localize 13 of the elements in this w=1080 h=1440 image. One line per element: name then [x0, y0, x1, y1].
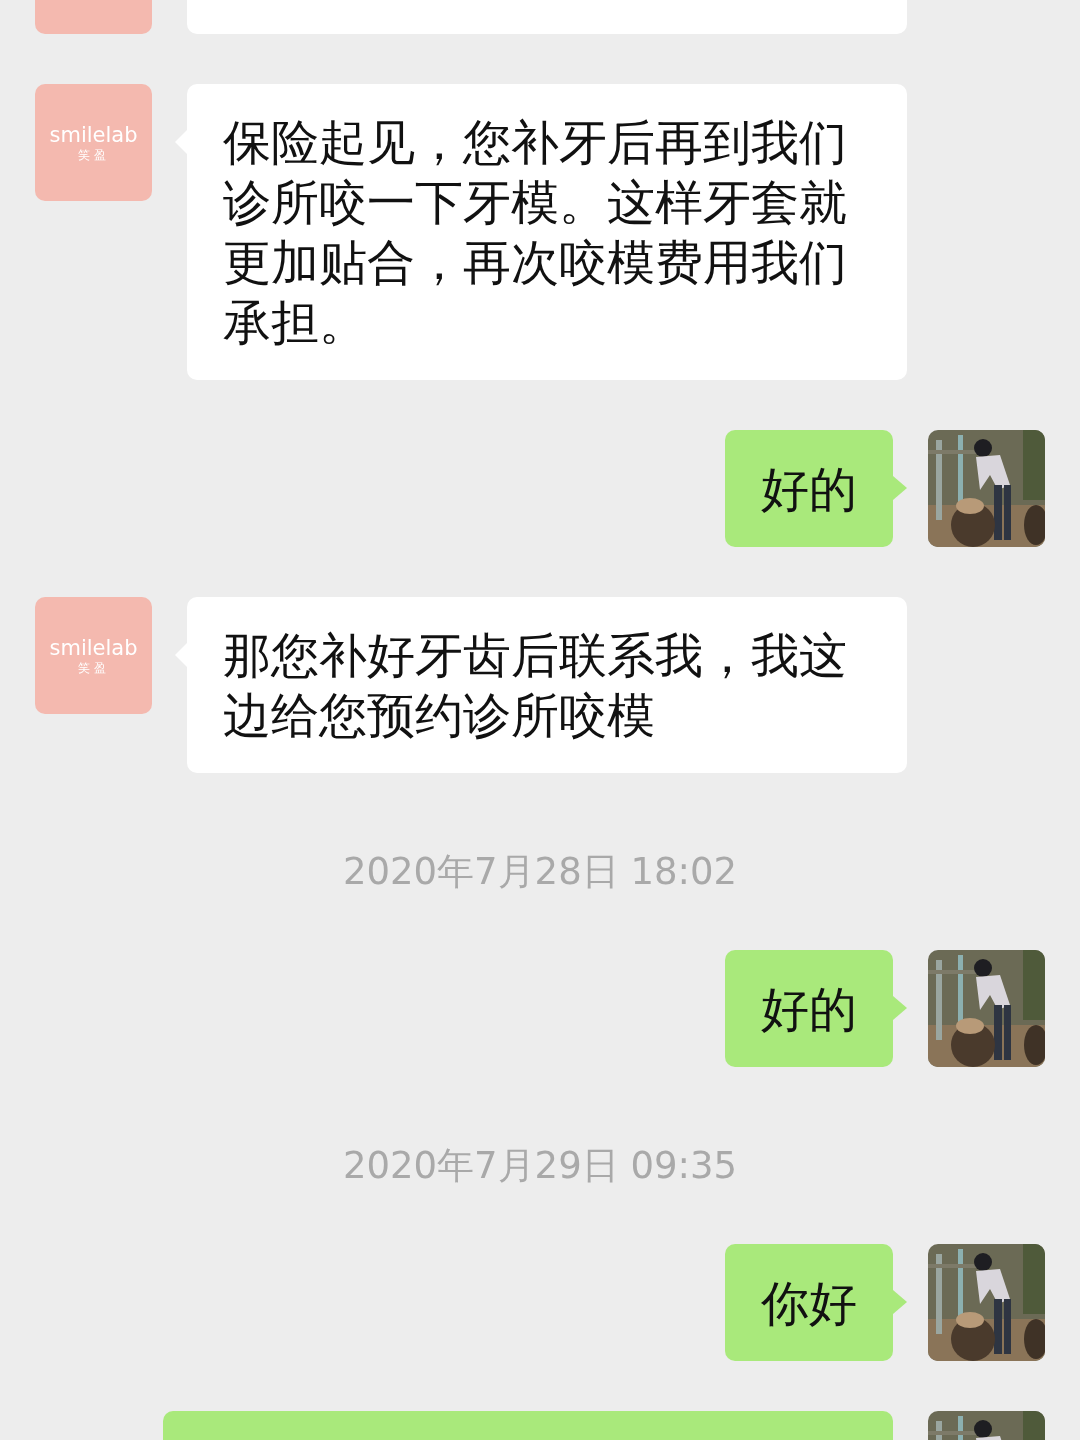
logo-avatar[interactable]: smilelab 笑盈 — [35, 597, 152, 714]
logo-text: smilelab — [49, 122, 138, 147]
timestamp: 2020年7月28日 18:02 — [341, 849, 739, 895]
logo-subtext: 笑盈 — [77, 659, 110, 676]
logo-text: smilelab — [49, 635, 138, 660]
logo-avatar[interactable]: smilelab 笑盈 — [35, 84, 152, 201]
message-bubble: 那您补好牙齿后联系我，我这边给您预约诊所咬模 — [175, 597, 907, 773]
message-bubble: 好的 — [725, 950, 907, 1067]
timestamp: 2020年7月29日 09:35 — [341, 1143, 739, 1189]
message-bubble: 你好 — [725, 1244, 907, 1361]
message-bubble: 好的 — [725, 430, 907, 547]
logo-subtext: 笑盈 — [77, 146, 110, 163]
message-bubble: 保险起见，您补牙后再到我们诊所咬一下牙模。这样牙套就更加贴合，再次咬模费用我们承担。 — [175, 84, 907, 380]
